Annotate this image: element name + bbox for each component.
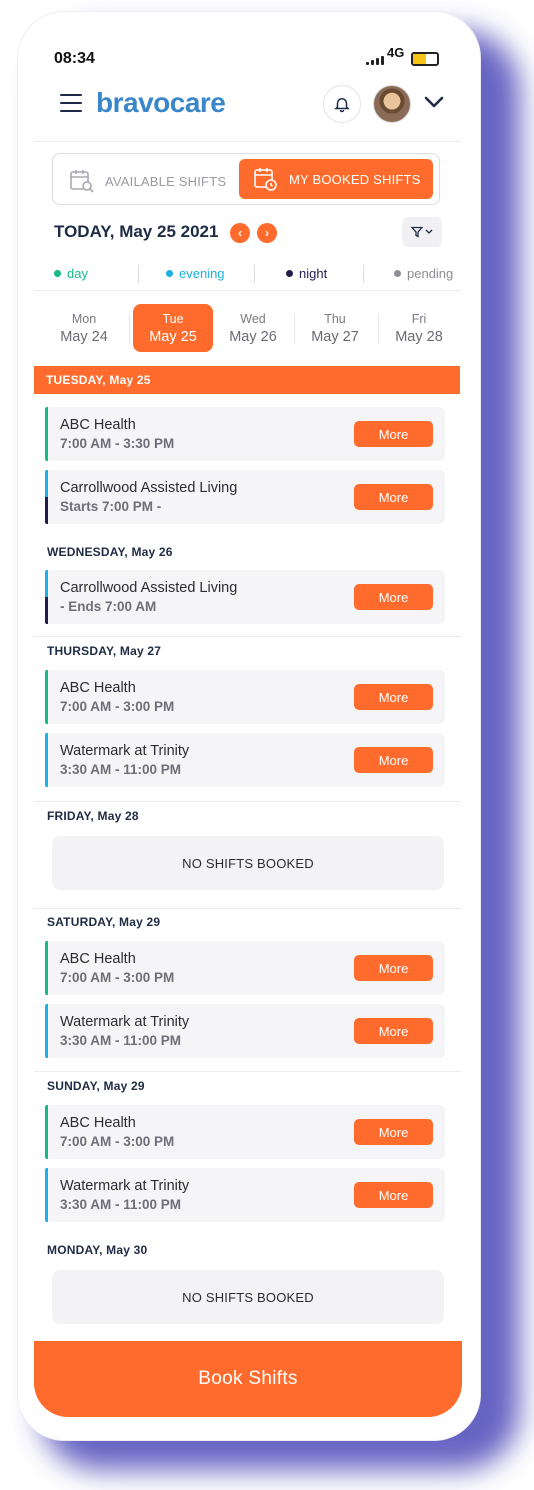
menu-icon[interactable] <box>60 94 82 113</box>
day-tab-mon[interactable]: Mon May 24 <box>44 304 124 352</box>
legend-night: night <box>286 266 327 281</box>
calendar-clock-icon <box>254 168 277 191</box>
more-button[interactable]: More <box>354 684 433 710</box>
notification-bell-button[interactable] <box>323 85 361 123</box>
night-dot-icon <box>286 270 293 277</box>
bell-icon <box>334 98 350 113</box>
day-tab-fri[interactable]: Fri May 28 <box>379 304 459 352</box>
legend-divider <box>34 290 461 291</box>
more-button[interactable]: More <box>354 1182 433 1208</box>
shift-view-toggle: AVAILABLE SHIFTS MY BOOKED SHIFTS <box>52 153 440 205</box>
shift-card[interactable]: Carrollwood Assisted Living Starts 7:00 … <box>45 470 445 524</box>
more-button[interactable]: More <box>354 1119 433 1145</box>
tab-available-shifts[interactable]: AVAILABLE SHIFTS <box>69 168 226 194</box>
more-button[interactable]: More <box>354 484 433 510</box>
no-shifts-message: NO SHIFTS BOOKED <box>52 836 444 890</box>
no-shifts-message: NO SHIFTS BOOKED <box>52 1270 444 1324</box>
day-tab-wed[interactable]: Wed May 26 <box>213 304 293 352</box>
evening-dot-icon <box>166 270 173 277</box>
pending-dot-icon <box>394 270 401 277</box>
tab-my-booked-shifts[interactable]: MY BOOKED SHIFTS <box>239 159 433 199</box>
filter-icon <box>411 226 423 238</box>
shift-card[interactable]: ABC Health 7:00 AM - 3:00 PM More <box>45 941 445 995</box>
status-bar: 08:34 4G <box>18 12 480 72</box>
shift-card[interactable]: Watermark at Trinity 3:30 AM - 11:00 PM … <box>45 1168 445 1222</box>
week-day-selector: Mon May 24 Tue May 25 Wed May 26 Thu May 27 … <box>34 304 464 354</box>
day-tab-thu[interactable]: Thu May 27 <box>295 304 375 352</box>
app-header: bravocare <box>18 82 480 142</box>
book-shifts-button[interactable]: Book Shifts <box>34 1341 462 1417</box>
phone-frame: 08:34 4G bravocare AVAILABLE SHIFTS MY B… <box>18 12 480 1440</box>
chevron-down-icon <box>424 96 444 108</box>
shift-legend: day evening night pending <box>54 262 453 286</box>
tab-available-label: AVAILABLE SHIFTS <box>105 173 227 189</box>
more-button[interactable]: More <box>354 955 433 981</box>
shift-card[interactable]: ABC Health 7:00 AM - 3:00 PM More <box>45 1105 445 1159</box>
section-header-wednesday: WEDNESDAY, May 26 <box>47 545 173 559</box>
account-dropdown-button[interactable] <box>423 94 445 115</box>
more-button[interactable]: More <box>354 421 433 447</box>
battery-icon <box>411 52 439 66</box>
chevron-left-icon: ‹ <box>238 226 242 240</box>
prev-week-button[interactable]: ‹ <box>230 223 250 243</box>
day-dot-icon <box>54 270 61 277</box>
section-header-saturday: SATURDAY, May 29 <box>47 915 161 929</box>
more-button[interactable]: More <box>354 1018 433 1044</box>
date-navigation: TODAY, May 25 2021 ‹ › <box>54 217 444 251</box>
tab-booked-label: MY BOOKED SHIFTS <box>289 171 421 187</box>
header-divider <box>34 141 461 142</box>
shift-card[interactable]: Carrollwood Assisted Living - Ends 7:00 … <box>45 570 445 624</box>
more-button[interactable]: More <box>354 584 433 610</box>
legend-day: day <box>54 266 88 281</box>
today-label: TODAY, May 25 2021 <box>54 222 219 241</box>
shift-card[interactable]: ABC Health 7:00 AM - 3:00 PM More <box>45 670 445 724</box>
day-tab-tue[interactable]: Tue May 25 <box>133 304 213 352</box>
legend-evening: evening <box>166 266 225 281</box>
bravocare-logo: bravocare <box>96 87 226 118</box>
signal-icon <box>366 56 384 65</box>
filter-button[interactable] <box>402 217 442 247</box>
avatar[interactable] <box>373 85 411 123</box>
more-button[interactable]: More <box>354 747 433 773</box>
next-week-button[interactable]: › <box>257 223 277 243</box>
calendar-search-icon <box>70 170 94 193</box>
section-header-friday: FRIDAY, May 28 <box>47 809 139 823</box>
chevron-down-icon <box>425 229 433 234</box>
section-header-tuesday: TUESDAY, May 25 <box>34 366 460 394</box>
section-header-monday: MONDAY, May 30 <box>47 1243 148 1257</box>
network-label: 4G <box>387 45 405 60</box>
section-header-sunday: SUNDAY, May 29 <box>47 1079 145 1093</box>
shift-card[interactable]: Watermark at Trinity 3:30 AM - 11:00 PM … <box>45 1004 445 1058</box>
shift-card[interactable]: ABC Health 7:00 AM - 3:30 PM More <box>45 407 445 461</box>
shift-card[interactable]: Watermark at Trinity 3:30 AM - 11:00 PM … <box>45 733 445 787</box>
section-header-thursday: THURSDAY, May 27 <box>47 644 162 658</box>
status-time: 08:34 <box>54 50 95 67</box>
legend-pending: pending <box>394 266 453 281</box>
chevron-right-icon: › <box>265 226 269 240</box>
